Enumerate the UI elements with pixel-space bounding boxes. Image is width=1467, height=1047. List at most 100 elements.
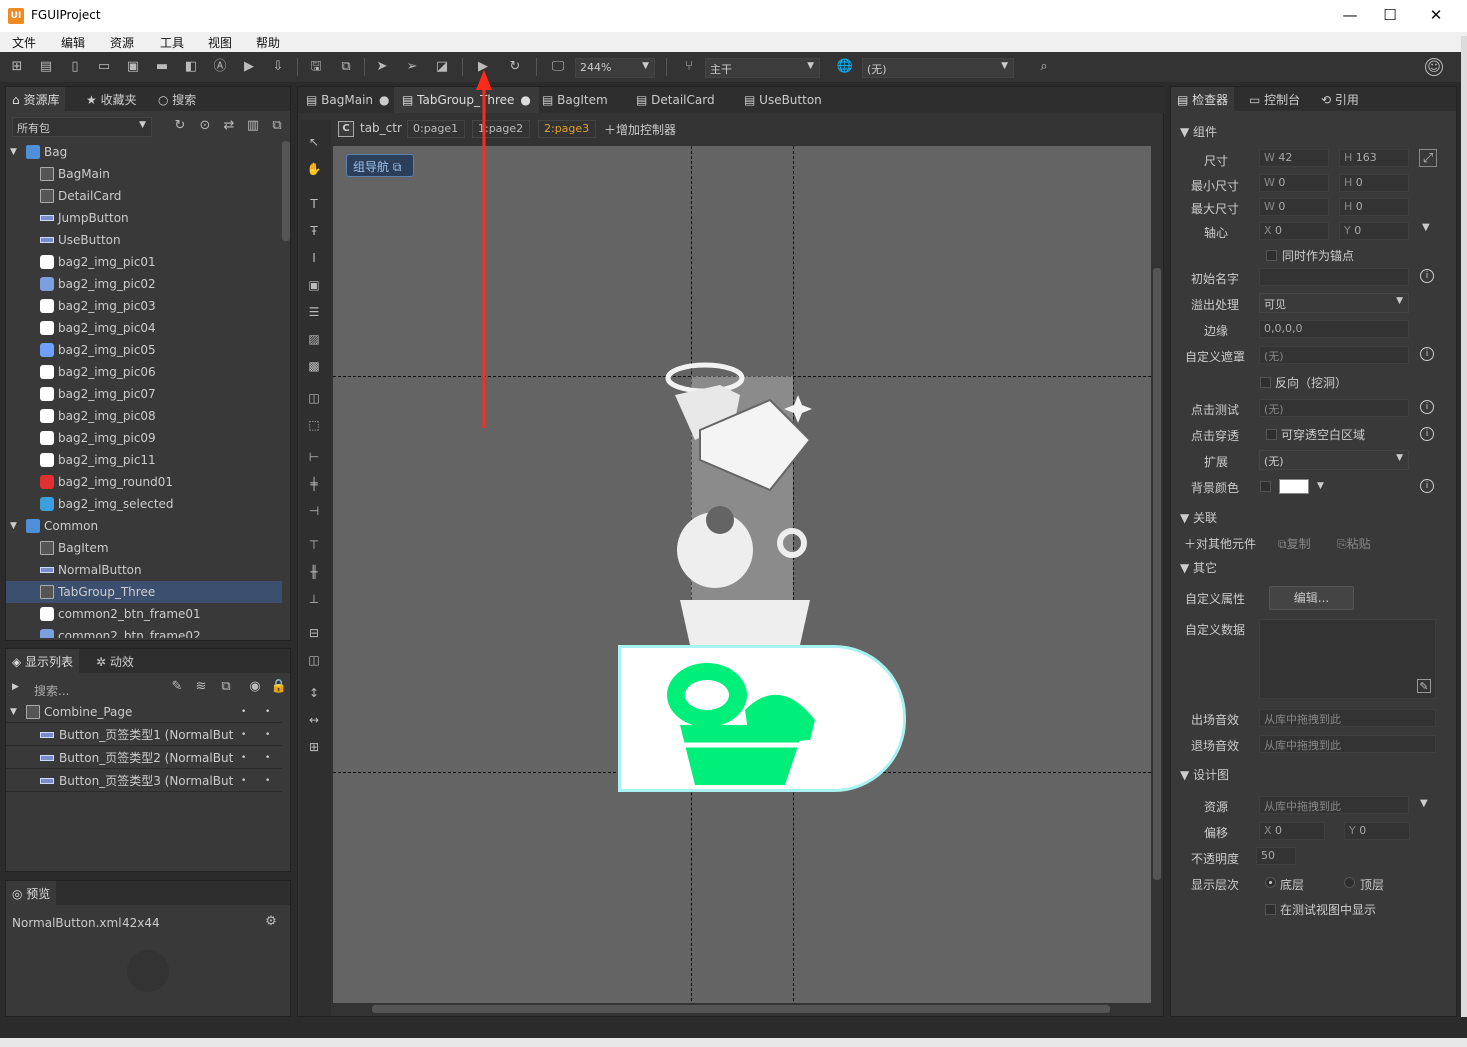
new-combobox-icon[interactable]: ▣ [124,58,142,76]
publish-settings-icon[interactable]: ◪ [433,58,451,76]
pivot-y-field[interactable]: Y 0 [1339,222,1409,240]
swap-icon[interactable]: ⇄ [220,117,238,135]
duplicate-icon[interactable]: ⧉ [217,678,235,696]
copy-view-icon[interactable]: ⧉ [268,117,286,135]
visibility-dot[interactable]: • [265,770,270,792]
display-search-input[interactable]: 搜索... [34,682,69,699]
new-component-icon[interactable]: ▤ [37,58,55,76]
copy-relation-button[interactable]: ⧉复制 [1278,535,1311,552]
exit-sound-field[interactable]: 从库中拖拽到此 [1259,735,1436,753]
tree-item[interactable]: common2_btn_frame02 [6,625,282,638]
branch-icon[interactable]: ⑂ [680,58,698,76]
bg-color-checkbox[interactable] [1260,481,1271,492]
3d-tool-icon[interactable]: ▩ [306,358,322,374]
same-height-icon[interactable]: ↕ [306,685,322,701]
menu-resource[interactable]: 资源 [110,34,134,51]
mask-field[interactable]: (无) [1259,346,1409,364]
tree-item[interactable]: bag2_img_round01 [6,471,282,493]
collapse-arrow-icon[interactable]: ▼ [10,701,17,723]
tree-item[interactable]: bag2_img_selected [6,493,282,515]
tab-search[interactable]: ○ 搜索 [152,87,202,111]
hit-test-field[interactable]: (无) [1259,399,1409,417]
maximize-button[interactable]: ☐ [1367,0,1413,32]
display-list-item[interactable]: Button_页签类型3 (NormalBut • • [6,770,282,792]
max-h-field[interactable]: H 0 [1339,198,1409,216]
tree-item[interactable]: bag2_img_pic02 [6,273,282,295]
new-progressbar-icon[interactable]: ▬ [153,58,171,76]
min-h-field[interactable]: H 0 [1339,174,1409,192]
tree-item[interactable]: NormalButton [6,559,282,581]
text-tool-icon[interactable]: T [306,196,322,212]
lock-icon[interactable]: 🔒 [270,678,288,696]
tab-preview[interactable]: ◎ 预览 [6,881,57,905]
section-relation[interactable]: ▼ 关联 [1180,509,1217,526]
doc-tab[interactable]: ▤ TabGroup_Three ● [394,87,539,113]
display-list-item[interactable]: Button_页签类型1 (NormalBut • • [6,724,282,746]
doc-tab[interactable]: ▤ BagMain ● [298,87,398,113]
display-list-item[interactable]: Button_页签类型2 (NormalBut • • [6,747,282,769]
tree-item[interactable]: bag2_img_pic05 [6,339,282,361]
tree-item[interactable]: JumpButton [6,207,282,229]
new-slider-icon[interactable]: ◧ [182,58,200,76]
bg-color-swatch[interactable] [1279,479,1309,494]
grid-icon[interactable]: ⊞ [306,739,322,755]
refresh-library-icon[interactable]: ↻ [171,117,189,135]
design-res-field[interactable]: 从库中拖拽到此 [1259,796,1409,814]
menu-help[interactable]: 帮助 [256,34,280,51]
edit-icon[interactable]: ✎ [168,678,186,696]
menu-view[interactable]: 视图 [208,34,232,51]
size-w-field[interactable]: W 42 [1259,149,1329,167]
tab-favorites[interactable]: ★ 收藏夹 [80,87,143,111]
align-left-icon[interactable]: ⊢ [306,449,322,465]
layer-bottom-radio[interactable] [1265,877,1276,888]
group-tool-icon[interactable]: ◫ [306,390,322,406]
group-nav-button[interactable]: 组导航 ⧉ [346,154,414,177]
image-tool-icon[interactable]: ▣ [306,277,322,293]
publish-all-icon[interactable]: ➢ [403,58,421,76]
section-design[interactable]: ▼ 设计图 [1180,766,1229,783]
hide-icon[interactable]: ≋ [192,678,210,696]
save-all-icon[interactable]: ⧉ [337,58,355,76]
collapse-arrow-icon[interactable]: ▼ [10,141,17,163]
tree-item[interactable]: BagItem [6,537,282,559]
align-top-icon[interactable]: ⊤ [306,537,322,553]
tab-library[interactable]: ⌂ 资源库 [6,87,66,111]
canvas-hscrollbar[interactable] [372,1005,1110,1013]
collapse-arrow-icon[interactable]: ▼ [10,515,17,537]
design-res-dropdown-icon[interactable]: ▼ [1420,798,1428,809]
show-in-test-checkbox[interactable] [1265,904,1276,915]
expand-arrow-icon[interactable]: ▶ [12,682,19,692]
search-icon[interactable]: ⌕ [1035,58,1053,76]
globe-icon[interactable]: 🌐 [836,58,854,76]
loader-tool-icon[interactable]: ▨ [306,331,322,347]
layer-top-radio[interactable] [1344,877,1355,888]
language-select[interactable]: (无) ▼ [862,58,1014,78]
import-icon[interactable]: ⇩ [269,58,287,76]
info-icon[interactable]: i [1420,479,1434,493]
info-icon[interactable]: i [1420,269,1434,283]
visibility-dot[interactable]: • [241,747,246,769]
distribute-h-icon[interactable]: ⊟ [306,625,322,641]
tree-item[interactable]: bag2_img_pic03 [6,295,282,317]
split-view-icon[interactable]: ▥ [244,117,262,135]
doc-tab[interactable]: ▤ UseButton [736,87,836,113]
menu-tools[interactable]: 工具 [160,34,184,51]
offset-y-field[interactable]: Y 0 [1344,822,1410,840]
click-through-checkbox[interactable] [1266,429,1277,440]
tree-item[interactable]: TabGroup_Three [6,581,282,603]
tree-item[interactable]: UseButton [6,229,282,251]
new-package-icon[interactable]: ⊞ [8,58,26,76]
size-h-field[interactable]: H 163 [1339,149,1409,167]
user-avatar-icon[interactable]: ☺ [1425,58,1443,76]
new-font-icon[interactable]: Ⓐ [211,58,229,76]
visibility-dot[interactable]: • [241,724,246,746]
pivot-dropdown-icon[interactable]: ▼ [1422,222,1430,233]
pivot-x-field[interactable]: X 0 [1259,222,1329,240]
reverse-checkbox[interactable] [1260,377,1271,388]
library-scrollbar[interactable] [282,141,290,241]
section-other[interactable]: ▼ 其它 [1180,559,1217,576]
visibility-dot[interactable]: • [265,701,270,723]
hand-tool-icon[interactable]: ✋ [306,161,322,177]
screen-adapt-icon[interactable]: 🖵 [549,58,567,76]
color-dropdown-icon[interactable]: ▼ [1317,481,1324,491]
